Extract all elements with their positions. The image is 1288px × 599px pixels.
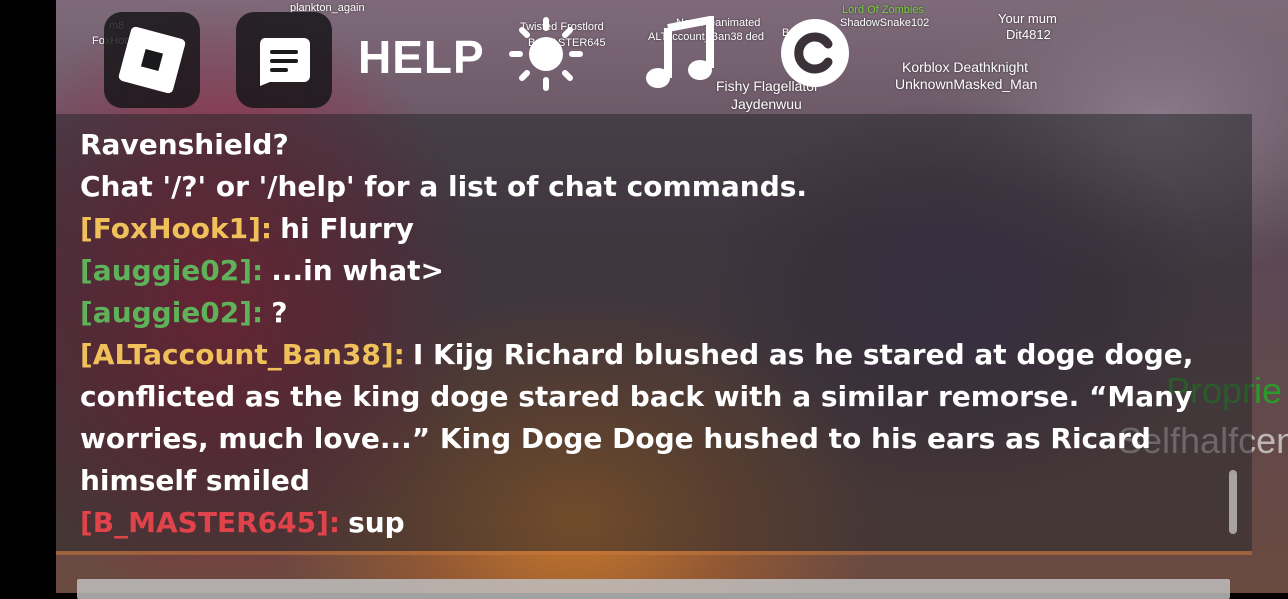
player-nametag: UnknownMasked_Man (895, 76, 1038, 92)
chat-system-message: Chat '/?' or '/help' for a list of chat … (80, 166, 1210, 208)
message-text: hi Flurry (280, 212, 414, 245)
chat-toggle-button[interactable] (236, 12, 332, 108)
chat-system-message: Ravenshield? (80, 124, 1210, 166)
help-button[interactable]: HELP (358, 30, 485, 84)
divider (56, 551, 1252, 555)
music-note-icon[interactable] (642, 16, 718, 92)
chat-input-bar[interactable] (77, 579, 1230, 599)
chat-window[interactable]: Ravenshield? Chat '/?' or '/help' for a … (56, 114, 1252, 551)
chat-message: [B_MASTER645]: sup (80, 502, 1210, 544)
copyright-icon[interactable] (776, 14, 854, 92)
player-nametag: Jaydenwuu (731, 96, 802, 112)
message-text: Chat '/?' or '/help' for a list of chat … (80, 170, 808, 203)
chat-username[interactable]: [FoxHook1]: (80, 212, 272, 245)
player-nametag: Lord Of Zombies (842, 4, 924, 16)
chat-message: [auggie02]:? (80, 292, 1210, 334)
chat-message: [auggie02]: ...in what> (80, 250, 1210, 292)
chat-bubble-icon (259, 38, 310, 86)
player-nametag: Korblox Deathknight (902, 59, 1029, 75)
chat-message: [FoxHook1]: hi Flurry (80, 208, 1210, 250)
chat-username[interactable]: [ALTaccount_Ban38]: (80, 338, 405, 371)
roblox-logo-icon (118, 26, 186, 94)
player-nametag: Dit4812 (1006, 27, 1051, 42)
chat-message-list[interactable]: Ravenshield? Chat '/?' or '/help' for a … (80, 124, 1210, 544)
player-nametag: Your mum (998, 11, 1057, 26)
message-text: sup (348, 506, 405, 539)
chat-username[interactable]: [auggie02]: (80, 254, 263, 287)
chat-username[interactable]: [B_MASTER645]: (80, 506, 340, 539)
message-text: ...in what> (271, 254, 444, 287)
message-text: ? (271, 296, 288, 329)
message-text: Ravenshield? (80, 128, 289, 161)
sun-icon[interactable] (508, 16, 584, 92)
chat-message: [ALTaccount_Ban38]: I Kijg Richard blushe… (80, 334, 1210, 502)
chat-username[interactable]: [auggie02]: (80, 296, 263, 329)
roblox-menu-button[interactable] (104, 12, 200, 108)
chat-scrollbar[interactable] (1229, 470, 1237, 534)
